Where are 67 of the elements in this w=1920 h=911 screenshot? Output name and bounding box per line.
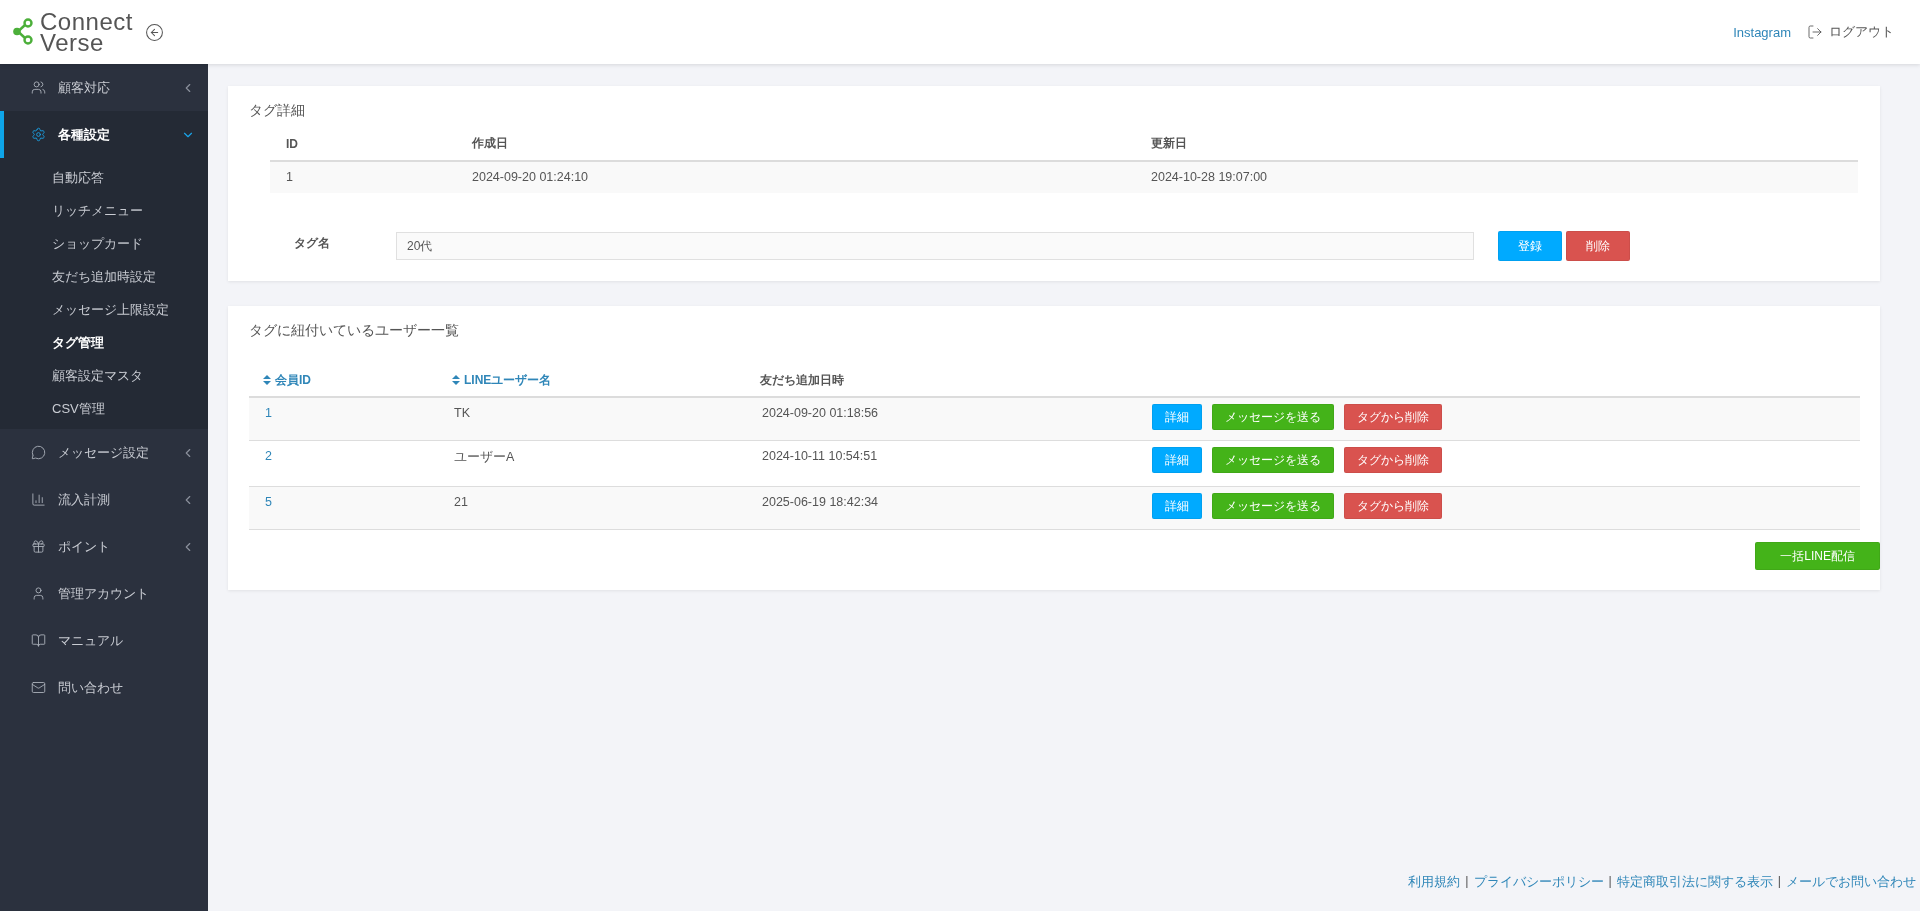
detail-button[interactable]: 詳細 xyxy=(1152,493,1202,519)
speech-bubble-icon xyxy=(31,445,46,460)
table-cell: 2024-09-20 01:18:56 xyxy=(746,397,1138,441)
register-button[interactable]: 登録 xyxy=(1498,231,1562,261)
submenu-item[interactable]: 顧客設定マスタ xyxy=(0,359,208,392)
submenu-item[interactable]: 自動応答 xyxy=(0,161,208,194)
member-id-link[interactable]: 1 xyxy=(265,406,272,420)
logout-link[interactable]: ログアウト xyxy=(1807,23,1894,41)
field-label: タグ名 xyxy=(294,235,331,252)
collapse-sidebar-icon[interactable] xyxy=(144,22,164,42)
delete-button[interactable]: 削除 xyxy=(1566,231,1630,261)
separator: | xyxy=(1608,874,1612,890)
table-cell: TK xyxy=(438,397,746,441)
table-cell: ユーザーA xyxy=(438,440,746,487)
user-icon xyxy=(31,586,46,601)
bar-chart-icon xyxy=(31,492,46,507)
footer-link[interactable]: プライバシーポリシー xyxy=(1473,874,1604,891)
mail-icon xyxy=(31,680,46,695)
submenu-item[interactable]: CSV管理 xyxy=(0,392,208,425)
member-id-link[interactable]: 2 xyxy=(265,449,272,463)
detail-button[interactable]: 詳細 xyxy=(1152,447,1202,473)
settings-icon xyxy=(31,127,46,142)
footer-link[interactable]: メールでお問い合わせ xyxy=(1786,874,1916,891)
table-cell: 1 xyxy=(270,161,456,193)
sidebar-item[interactable]: マニュアル xyxy=(0,617,208,664)
member-id-link[interactable]: 5 xyxy=(265,495,272,509)
remove-from-tag-button[interactable]: タグから削除 xyxy=(1344,447,1442,473)
submenu-item[interactable]: 友だち追加時設定 xyxy=(0,260,208,293)
submenu-item[interactable]: タグ管理 xyxy=(0,326,208,359)
bulk-send-button[interactable]: 一括LINE配信 xyxy=(1755,542,1880,570)
separator: | xyxy=(1777,874,1781,890)
card-title: タグ詳細 xyxy=(249,102,306,120)
sidebar-item[interactable]: 流入計測 xyxy=(0,476,208,523)
book-icon xyxy=(31,633,46,648)
header-link[interactable]: Instagram xyxy=(1733,24,1791,40)
footer-link[interactable]: 利用規約 xyxy=(1408,874,1461,891)
table-cell: 2024-09-20 01:24:10 xyxy=(456,161,1135,193)
table-cell: 2025-06-19 18:42:34 xyxy=(746,486,1138,530)
submenu-item[interactable]: リッチメニュー xyxy=(0,194,208,227)
remove-from-tag-button[interactable]: タグから削除 xyxy=(1344,404,1442,430)
sidebar-item[interactable]: 管理アカウント xyxy=(0,570,208,617)
send-message-button[interactable]: メッセージを送る xyxy=(1212,404,1334,430)
logo-text: Connect Verse xyxy=(40,11,133,53)
send-message-button[interactable]: メッセージを送る xyxy=(1212,447,1334,473)
sidebar-item[interactable]: メッセージ設定 xyxy=(0,429,208,476)
detail-button[interactable]: 詳細 xyxy=(1152,404,1202,430)
submenu-item[interactable]: ショップカード xyxy=(0,227,208,260)
sidebar-item[interactable]: ポイント xyxy=(0,523,208,570)
gift-icon xyxy=(31,539,46,554)
table-cell: 2024-10-11 10:54:51 xyxy=(746,440,1138,487)
sort-icon[interactable] xyxy=(452,375,460,385)
users-icon xyxy=(31,80,46,95)
sidebar-item[interactable]: 各種設定 xyxy=(0,111,208,158)
separator: | xyxy=(1465,874,1469,890)
footer-link[interactable]: 特定商取引法に関する表示 xyxy=(1616,874,1773,891)
sort-icon[interactable] xyxy=(263,375,271,385)
submenu-item[interactable]: メッセージ上限設定 xyxy=(0,293,208,326)
sidebar-item[interactable]: 顧客対応 xyxy=(0,64,208,111)
sidebar-item[interactable]: 問い合わせ xyxy=(0,664,208,711)
door-exit-icon xyxy=(1807,24,1823,40)
send-message-button[interactable]: メッセージを送る xyxy=(1212,493,1334,519)
remove-from-tag-button[interactable]: タグから削除 xyxy=(1344,493,1442,519)
card-title: タグに紐付いているユーザー一覧 xyxy=(249,322,460,340)
table-cell: 21 xyxy=(438,486,746,530)
table-cell: 2024-10-28 19:07:00 xyxy=(1135,161,1858,193)
tag-name-input[interactable]: 20代 xyxy=(396,232,1474,260)
logo-icon xyxy=(12,18,36,46)
